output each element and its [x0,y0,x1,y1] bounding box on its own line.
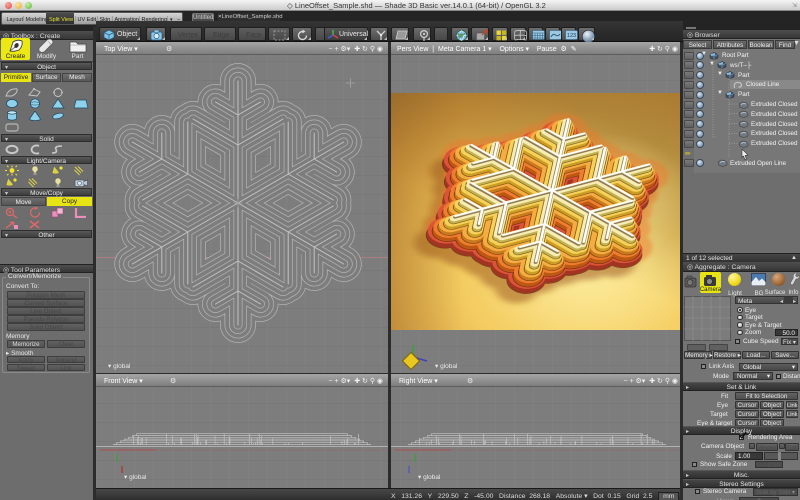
svg-text:123: 123 [567,33,576,39]
